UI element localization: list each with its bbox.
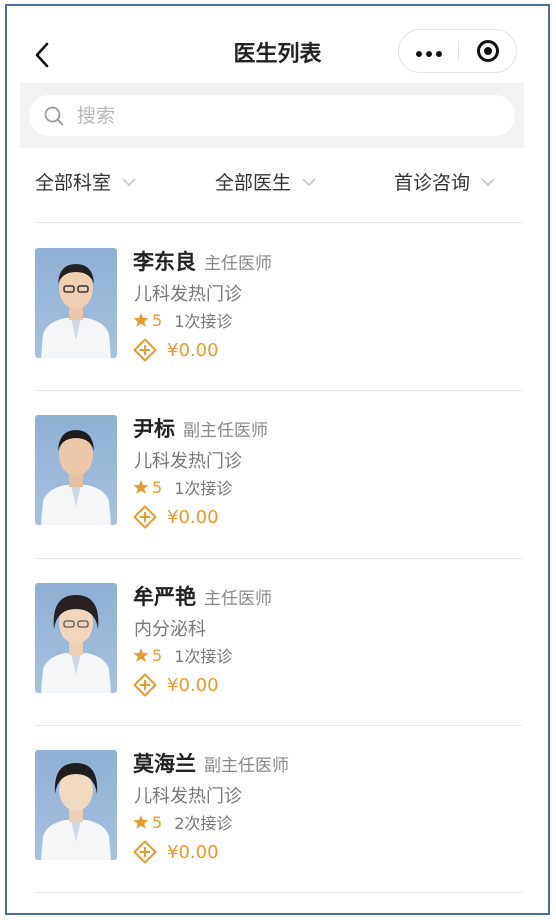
- doctor-name-line: 李东良 主任医师: [133, 246, 272, 276]
- doctor-card[interactable]: 李东良 主任医师 儿科发热门诊 5 1次接诊 ¥0.00: [35, 224, 523, 391]
- filter-consult-type[interactable]: 首诊咨询: [394, 168, 496, 195]
- price-row: ¥0.00: [133, 505, 219, 529]
- filter-bar: 全部科室 全部医生 首诊咨询: [7, 156, 548, 208]
- mini-program-capsule: [398, 29, 517, 73]
- price-row: ¥0.00: [133, 840, 219, 864]
- consult-price: ¥0.00: [167, 841, 219, 863]
- doctor-name: 莫海兰: [133, 752, 196, 776]
- doctor-visits: 1次接诊: [174, 647, 233, 666]
- filter-label: 全部医生: [215, 172, 292, 194]
- doctor-stats: 5 1次接诊: [133, 475, 232, 499]
- filter-label: 首诊咨询: [394, 172, 471, 194]
- chevron-down-icon: [302, 177, 316, 186]
- doctor-rank: 主任医师: [204, 254, 272, 274]
- doctor-rating: 5: [152, 645, 163, 665]
- filter-doctor[interactable]: 全部医生: [215, 168, 317, 195]
- divider: [35, 892, 523, 893]
- doctor-card[interactable]: 尹标 副主任医师 儿科发热门诊 5 1次接诊 ¥0.00: [35, 391, 523, 558]
- more-dots-icon: [414, 42, 444, 61]
- doctor-rank: 副主任医师: [204, 756, 289, 776]
- more-button[interactable]: [399, 30, 458, 72]
- filter-department[interactable]: 全部科室: [35, 168, 137, 195]
- star-icon: [133, 313, 149, 327]
- doctor-department: 内分泌科: [134, 619, 206, 640]
- price-tag-icon: [133, 505, 157, 529]
- doctor-name: 尹标: [133, 417, 175, 441]
- chevron-down-icon: [122, 177, 136, 186]
- phone-frame: 医生列表 全部科室 全部医生: [5, 4, 550, 915]
- doctor-rating: 5: [152, 310, 163, 330]
- doctor-photo: [35, 248, 117, 358]
- consult-price: ¥0.00: [167, 506, 219, 528]
- search-input[interactable]: [77, 104, 477, 127]
- price-row: ¥0.00: [133, 673, 219, 697]
- consult-price: ¥0.00: [167, 339, 219, 361]
- price-row: ¥0.00: [133, 338, 219, 362]
- doctor-rank: 主任医师: [204, 589, 272, 609]
- doctor-visits: 1次接诊: [174, 312, 233, 331]
- consult-price: ¥0.00: [167, 674, 219, 696]
- doctor-visits: 2次接诊: [174, 814, 233, 833]
- doctor-rank: 副主任医师: [183, 421, 268, 441]
- search-bar: [20, 83, 524, 148]
- star-icon: [133, 480, 149, 494]
- doctor-card[interactable]: 牟严艳 主任医师 内分泌科 5 1次接诊 ¥0.00: [35, 559, 523, 726]
- doctor-photo: [35, 750, 117, 860]
- doctor-stats: 5 2次接诊: [133, 810, 232, 834]
- doctor-visits: 1次接诊: [174, 479, 233, 498]
- star-icon: [133, 648, 149, 662]
- doctor-department: 儿科发热门诊: [134, 451, 242, 472]
- doctor-department: 儿科发热门诊: [134, 786, 242, 807]
- price-tag-icon: [133, 338, 157, 362]
- filter-label: 全部科室: [35, 172, 112, 194]
- chevron-down-icon: [481, 177, 495, 186]
- doctor-name-line: 尹标 副主任医师: [133, 413, 268, 443]
- doctor-card[interactable]: 莫海兰 副主任医师 儿科发热门诊 5 2次接诊 ¥0.00: [35, 726, 523, 893]
- price-tag-icon: [133, 840, 157, 864]
- search-icon: [44, 106, 64, 125]
- nav-bar: 医生列表: [7, 6, 548, 90]
- doctor-name-line: 牟严艳 主任医师: [133, 581, 272, 611]
- close-button[interactable]: [459, 30, 517, 72]
- doctor-name: 李东良: [133, 250, 196, 274]
- doctor-department: 儿科发热门诊: [134, 284, 242, 305]
- star-icon: [133, 815, 149, 829]
- doctor-photo: [35, 415, 117, 525]
- doctor-name-line: 莫海兰 副主任医师: [133, 748, 289, 778]
- divider: [35, 222, 523, 223]
- close-ring-icon: [477, 40, 499, 62]
- doctor-name: 牟严艳: [133, 585, 196, 609]
- price-tag-icon: [133, 673, 157, 697]
- search-box[interactable]: [29, 95, 515, 136]
- doctor-rating: 5: [152, 477, 163, 497]
- doctor-stats: 5 1次接诊: [133, 643, 232, 667]
- doctor-rating: 5: [152, 812, 163, 832]
- doctor-photo: [35, 583, 117, 693]
- doctor-stats: 5 1次接诊: [133, 308, 232, 332]
